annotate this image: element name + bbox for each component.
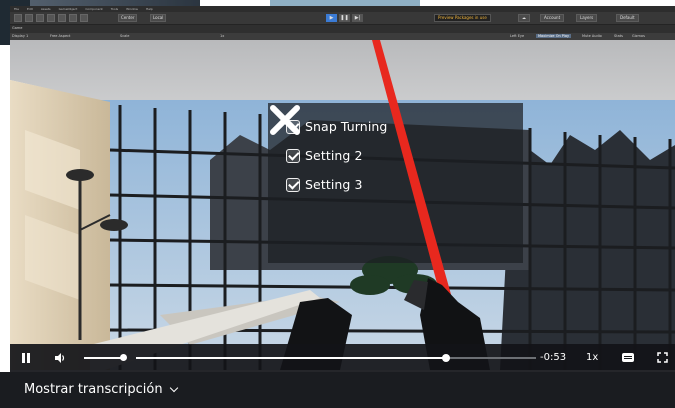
unity-editor: File Edit Assets GameObject Component To…: [10, 6, 675, 41]
transform-tool-icon[interactable]: [69, 14, 77, 22]
cloud-icon[interactable]: ☁: [518, 14, 530, 22]
menu-item[interactable]: Assets: [41, 7, 51, 11]
layers-dropdown[interactable]: Layers: [576, 14, 598, 22]
menu-item[interactable]: Tools: [111, 7, 118, 11]
play-icon[interactable]: ▶: [326, 14, 337, 22]
tab-game[interactable]: Game: [12, 26, 22, 30]
account-dropdown[interactable]: Account: [540, 14, 565, 22]
show-transcript-button[interactable]: Mostrar transcripción: [24, 382, 178, 397]
layout-dropdown[interactable]: Default: [616, 14, 639, 22]
game-view-toolbar: Display 1 Free Aspect Scale 1x Left Eye …: [10, 33, 675, 40]
pause-icon: [22, 353, 30, 363]
setting-2[interactable]: Setting 2: [286, 148, 363, 163]
close-x-icon[interactable]: [268, 103, 302, 137]
volume-icon: [55, 353, 65, 363]
editor-toolbar: Center Local ▶ ❚❚ ▶| Preview Packages in…: [10, 12, 675, 24]
hand-tool-icon[interactable]: [14, 14, 22, 22]
move-tool-icon[interactable]: [25, 14, 33, 22]
menu-item[interactable]: Help: [146, 7, 153, 11]
menu-item[interactable]: Component: [85, 7, 102, 11]
scale-label: Scale: [120, 34, 130, 38]
volume-slider-handle[interactable]: [120, 354, 127, 361]
scale-value[interactable]: 1x: [220, 34, 224, 38]
setting-3[interactable]: Setting 3: [286, 177, 363, 192]
vr-settings-menu: Snap Turning Setting 2 Setting 3: [268, 103, 523, 263]
volume-slider[interactable]: [84, 357, 124, 359]
play-controls: ▶ ❚❚ ▶|: [326, 14, 363, 22]
stats-toggle[interactable]: Stats: [614, 34, 623, 38]
setting-label: Setting 2: [305, 148, 363, 163]
custom-tool-icon[interactable]: [80, 14, 88, 22]
pivot-local-toggle[interactable]: Local: [150, 14, 167, 22]
maximize-on-play-toggle[interactable]: Maximize On Play: [536, 34, 572, 38]
pause-button[interactable]: [18, 350, 34, 366]
progress-bar[interactable]: [136, 354, 536, 362]
setting-label: Setting 3: [305, 177, 363, 192]
video-controls: -0:53 1x: [10, 344, 675, 372]
gizmos-dropdown[interactable]: Gizmos: [632, 34, 645, 38]
menu-item[interactable]: Window: [126, 7, 138, 11]
captions-icon[interactable]: [622, 353, 634, 362]
time-remaining: -0:53: [540, 352, 567, 363]
transform-tools: [14, 14, 88, 22]
pivot-center-toggle[interactable]: Center: [118, 14, 138, 22]
transcript-bar: Mostrar transcripción: [0, 372, 675, 408]
rect-tool-icon[interactable]: [58, 14, 66, 22]
game-view-header: Game Display 1 Free Aspect Scale 1x Left…: [10, 24, 675, 41]
menu-item[interactable]: Edit: [27, 7, 33, 11]
eye-dropdown[interactable]: Left Eye: [510, 34, 524, 38]
vr-game-view[interactable]: Snap Turning Setting 2 Setting 3: [10, 40, 675, 370]
checkbox-checked-icon[interactable]: [286, 177, 300, 192]
display-dropdown[interactable]: Display 1: [12, 34, 28, 38]
menu-item[interactable]: File: [14, 7, 19, 11]
progress-handle[interactable]: [442, 354, 451, 362]
step-icon[interactable]: ▶|: [352, 14, 363, 22]
preview-packages-warning[interactable]: Preview Packages in use: [434, 14, 491, 22]
chevron-down-icon: [169, 383, 178, 392]
rotate-tool-icon[interactable]: [36, 14, 44, 22]
mute-audio-toggle[interactable]: Mute Audio: [582, 34, 602, 38]
playback-speed-button[interactable]: 1x: [586, 352, 598, 363]
fullscreen-icon[interactable]: [657, 352, 668, 363]
transcript-label: Mostrar transcripción: [24, 382, 163, 397]
menu-item[interactable]: GameObject: [59, 7, 78, 11]
pause-icon[interactable]: ❚❚: [339, 14, 350, 22]
scale-tool-icon[interactable]: [47, 14, 55, 22]
screenshot-frame: File Edit Assets GameObject Component To…: [0, 0, 675, 408]
aspect-dropdown[interactable]: Free Aspect: [50, 34, 70, 38]
progress-fill: [136, 357, 447, 359]
checkbox-checked-icon[interactable]: [286, 148, 300, 163]
volume-button[interactable]: [52, 350, 68, 366]
setting-label: Snap Turning: [305, 119, 388, 134]
